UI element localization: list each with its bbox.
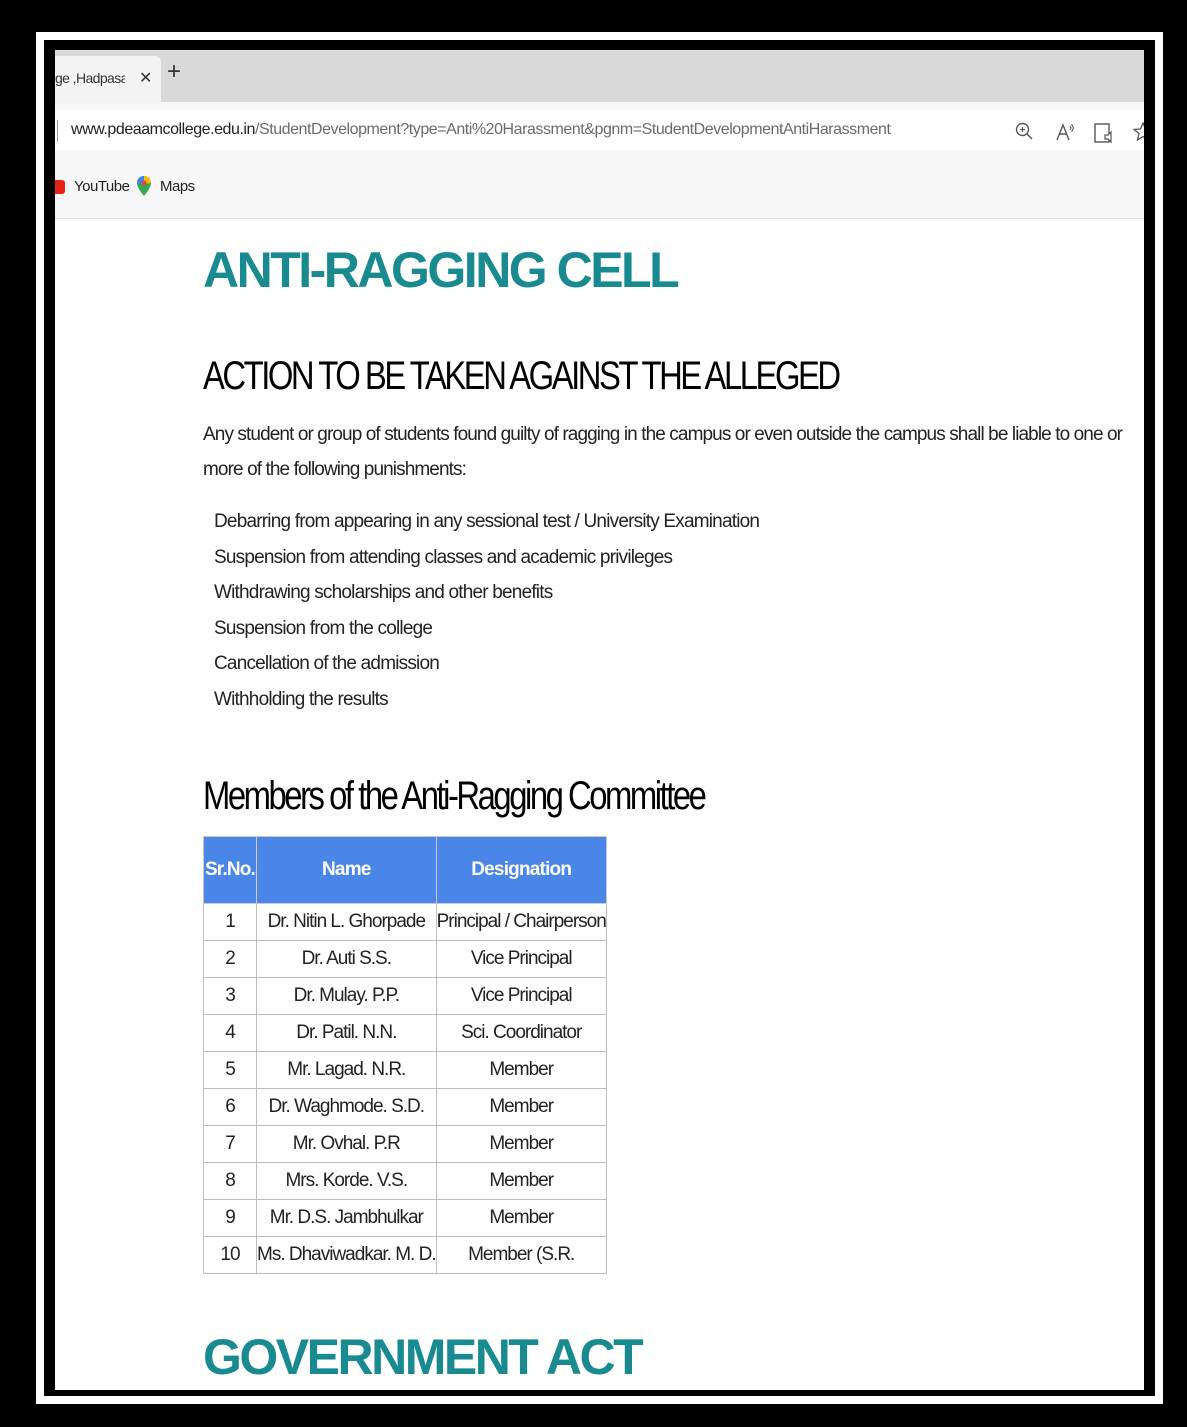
punishment-list: Debarring from appearing in any sessiona… <box>214 504 760 717</box>
zoom-icon[interactable] <box>1015 122 1033 145</box>
action-heading: ACTION TO BE TAKEN AGAINST THE ALLEGED <box>203 354 841 398</box>
cell-designation: Member <box>435 1051 607 1089</box>
cell-designation: Sci. Coordinator <box>435 1014 607 1052</box>
cell-srno: 8 <box>203 1162 257 1200</box>
cell-designation: Member <box>435 1162 607 1200</box>
punishment-item: Withholding the results <box>214 688 389 710</box>
cell-srno: 6 <box>203 1088 257 1126</box>
punishment-item: Suspension from attending classes and ac… <box>214 546 673 568</box>
new-tab-icon[interactable]: + <box>167 60 181 84</box>
bookmark-youtube[interactable]: YouTube <box>74 178 130 195</box>
cell-srno: 2 <box>203 940 257 978</box>
table-row: 3 Dr. Mulay. P.P. Vice Principal <box>203 977 607 1015</box>
cell-name: Dr. Patil. N.N. <box>256 1014 437 1052</box>
table-row: 6 Dr. Waghmode. S.D. Member <box>203 1088 607 1126</box>
table-header-row: Sr.No. Name Designation <box>203 836 607 904</box>
tab-title: ge ,Hadpasar , <box>55 70 125 86</box>
cell-name: Dr. Mulay. P.P. <box>256 977 437 1015</box>
page-title: ANTI-RAGGING CELL <box>203 242 680 298</box>
cell-srno: 7 <box>203 1125 257 1163</box>
cell-srno: 3 <box>203 977 257 1015</box>
browser-window: ge ,Hadpasar , ✕ + www.pdeaamcollege.edu… <box>55 50 1144 1390</box>
cell-name: Dr. Nitin L. Ghorpade <box>256 903 437 941</box>
immersive-reader-icon[interactable] <box>1093 122 1115 149</box>
table-row: 4 Dr. Patil. N.N. Sci. Coordinator <box>203 1014 607 1052</box>
cell-srno: 10 <box>203 1236 257 1274</box>
government-act-heading: GOVERNMENT ACT <box>203 1329 644 1385</box>
cell-designation: Member (S.R. <box>435 1236 607 1274</box>
close-tab-icon[interactable]: ✕ <box>139 68 152 88</box>
cell-name: Mrs. Korde. V.S. <box>256 1162 437 1200</box>
header-name: Name <box>256 836 437 904</box>
cell-name: Mr. Lagad. N.R. <box>256 1051 437 1089</box>
cell-srno: 1 <box>203 903 257 941</box>
cell-designation: Member <box>435 1088 607 1126</box>
table-row: 8 Mrs. Korde. V.S. Member <box>203 1162 607 1200</box>
cell-srno: 4 <box>203 1014 257 1052</box>
bookmarks-bar: YouTube Maps <box>55 158 1144 219</box>
maps-icon <box>137 176 151 196</box>
table-row: 5 Mr. Lagad. N.R. Member <box>203 1051 607 1089</box>
cell-name: Dr. Waghmode. S.D. <box>256 1088 437 1126</box>
url-path: /StudentDevelopment?type=Anti%20Harassme… <box>255 121 891 138</box>
table-row: 2 Dr. Auti S.S. Vice Principal <box>203 940 607 978</box>
members-table: Sr.No. Name Designation 1 Dr. Nitin L. Gh… <box>203 836 607 1274</box>
address-bar: www.pdeaamcollege.edu.in/StudentDevelopm… <box>55 102 1144 158</box>
url-separator <box>57 120 58 142</box>
cell-designation: Vice Principal <box>435 940 607 978</box>
browser-tab[interactable]: ge ,Hadpasar , ✕ <box>55 56 161 102</box>
intro-paragraph: Any student or group of students found g… <box>203 424 1123 480</box>
cell-name: Dr. Auti S.S. <box>256 940 437 978</box>
url-text[interactable]: www.pdeaamcollege.edu.in/StudentDevelopm… <box>71 121 891 139</box>
cell-designation: Member <box>435 1125 607 1163</box>
table-row: 10 Ms. Dhaviwadkar. M. D. Member (S.R. <box>203 1236 607 1274</box>
youtube-icon <box>55 180 65 194</box>
url-field[interactable]: www.pdeaamcollege.edu.in/StudentDevelopm… <box>55 110 1144 150</box>
punishment-item: Cancellation of the admission <box>214 653 440 674</box>
cell-srno: 5 <box>203 1051 257 1089</box>
read-aloud-icon[interactable] <box>1055 122 1075 147</box>
bookmark-maps[interactable]: Maps <box>160 178 195 195</box>
cell-name: Mr. Ovhal. P.R <box>256 1125 437 1163</box>
punishment-item: Debarring from appearing in any sessiona… <box>214 511 760 532</box>
cell-designation: Vice Principal <box>435 977 607 1015</box>
table-row: 7 Mr. Ovhal. P.R Member <box>203 1125 607 1163</box>
tab-strip: ge ,Hadpasar , ✕ + <box>55 50 1144 102</box>
table-row: 9 Mr. D.S. Jambhulkar Member <box>203 1199 607 1237</box>
table-row: 1 Dr. Nitin L. Ghorpade Principal / Chairp… <box>203 903 607 941</box>
members-table-body: 1 Dr. Nitin L. Ghorpade Principal / Chairp… <box>203 903 607 1274</box>
cell-srno: 9 <box>203 1199 257 1237</box>
cell-name: Mr. D.S. Jambhulkar <box>256 1199 437 1237</box>
cell-designation: Principal / Chairperson <box>435 903 607 941</box>
punishment-item: Suspension from the college <box>214 617 433 639</box>
members-heading: Members of the Anti-Ragging Committee <box>203 774 707 818</box>
cell-name: Ms. Dhaviwadkar. M. D. <box>256 1236 437 1274</box>
punishment-item: Withdrawing scholarships and other benef… <box>214 582 553 603</box>
favorite-icon[interactable] <box>1132 121 1144 147</box>
url-domain: www.pdeaamcollege.edu.in <box>71 121 255 138</box>
header-srno: Sr.No. <box>203 836 257 904</box>
header-designation: Designation <box>435 836 607 904</box>
cell-designation: Member <box>435 1199 607 1237</box>
